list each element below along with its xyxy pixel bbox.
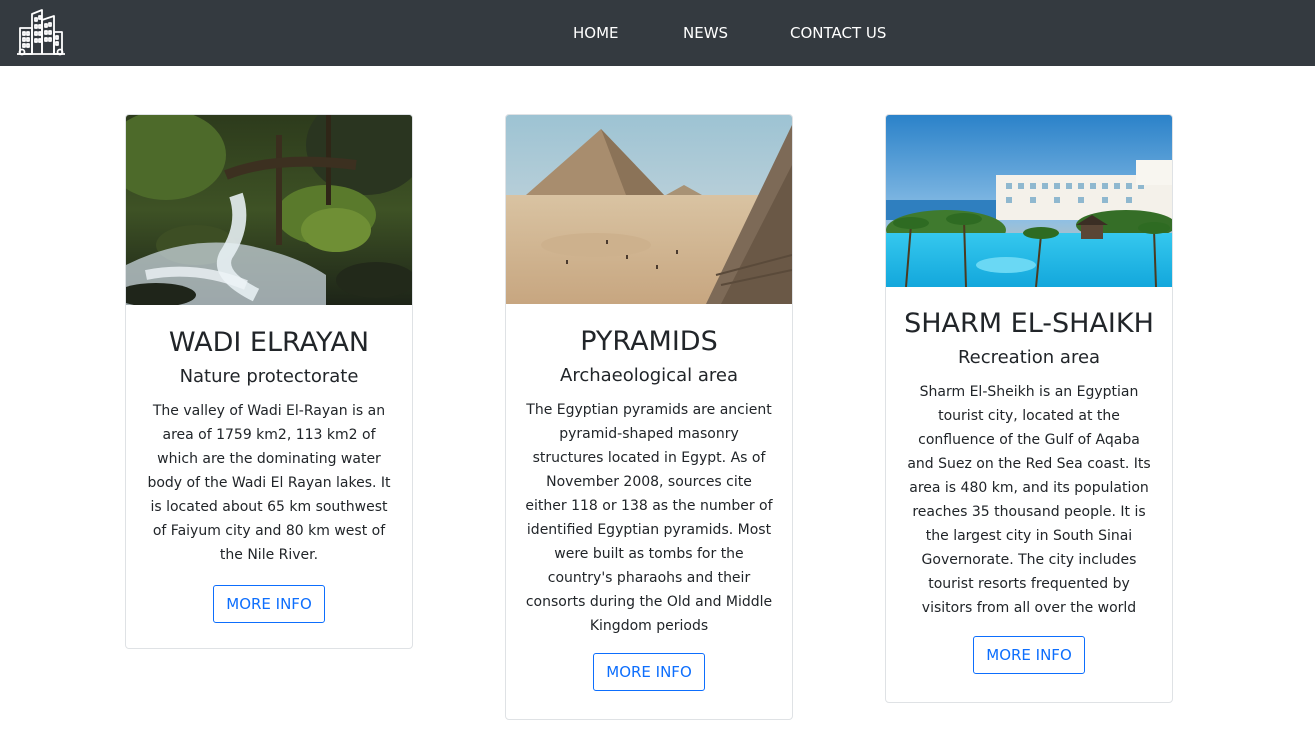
more-info-button[interactable]: MORE INFO: [973, 636, 1085, 674]
card-description: The valley of Wadi El-Rayan is an area o…: [147, 403, 391, 563]
card-body: PYRAMIDS Archaeological area The Egyptia…: [506, 325, 792, 691]
resort-image: [886, 115, 1172, 287]
card-body: SHARM EL-SHAIKH Recreation area Sharm El…: [886, 307, 1172, 674]
card-title: PYRAMIDS: [580, 326, 718, 357]
card-sharm-el-shaikh: SHARM EL-SHAIKH Recreation area Sharm El…: [885, 114, 1173, 703]
nav-contact-link[interactable]: CONTACT US: [790, 24, 886, 42]
card-subtitle: Nature protectorate: [179, 366, 359, 387]
card-subtitle: Recreation area: [957, 347, 1101, 368]
waterfall-image: [126, 115, 412, 305]
card-pyramids: PYRAMIDS Archaeological area The Egyptia…: [505, 114, 793, 720]
navbar: HOME NEWS CONTACT US: [0, 0, 1315, 66]
card-description: The Egyptian pyramids are ancient pyrami…: [525, 402, 773, 634]
nav-home-link[interactable]: HOME: [573, 24, 619, 42]
nav-links: HOME NEWS CONTACT US: [0, 0, 1315, 66]
card-subtitle: Archaeological area: [560, 365, 738, 386]
card-title: WADI ELRAYAN: [168, 327, 370, 358]
card-title: SHARM EL-SHAIKH: [904, 308, 1154, 339]
nav-news-link[interactable]: NEWS: [683, 24, 728, 42]
more-info-button[interactable]: MORE INFO: [593, 653, 705, 691]
card-wadi-elrayan: WADI ELRAYAN Nature protectorate The val…: [125, 114, 413, 649]
card-description: Sharm El-Sheikh is an Egyptian tourist c…: [907, 384, 1151, 616]
pyramid-image: [506, 115, 792, 304]
more-info-button[interactable]: MORE INFO: [213, 585, 325, 623]
card-body: WADI ELRAYAN Nature protectorate The val…: [126, 326, 412, 623]
